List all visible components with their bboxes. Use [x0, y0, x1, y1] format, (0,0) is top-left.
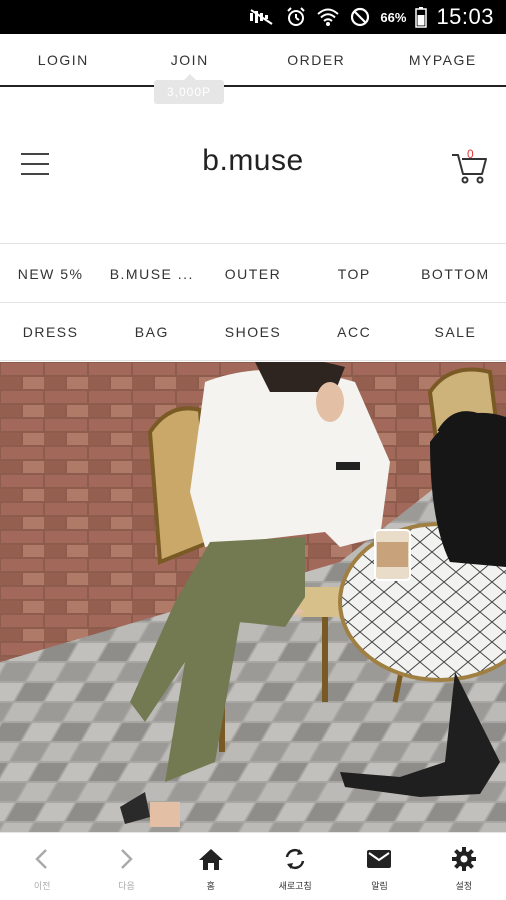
back-button[interactable]: 이전: [0, 833, 84, 900]
login-link[interactable]: LOGIN: [0, 34, 127, 85]
settings-label: 설정: [455, 881, 473, 891]
category-bottom[interactable]: BOTTOM: [405, 245, 506, 302]
category-sale[interactable]: SALE: [405, 303, 506, 360]
wifi-icon: [316, 7, 340, 27]
settings-button[interactable]: 설정: [422, 833, 506, 900]
notifications-label: 알림: [371, 881, 388, 891]
top-links: LOGIN JOIN ORDER MYPAGE: [0, 34, 506, 87]
forward-label: 다음: [118, 881, 135, 891]
category-nav-row-2: DRESS BAG SHOES ACC SALE: [0, 303, 506, 361]
home-button[interactable]: 홈: [169, 833, 253, 900]
header: b.muse 0: [0, 104, 506, 244]
refresh-icon: [282, 845, 308, 873]
category-outer[interactable]: OUTER: [202, 245, 303, 302]
mypage-link[interactable]: MYPAGE: [380, 34, 506, 85]
brand-logo[interactable]: b.muse: [0, 144, 506, 178]
battery-percent: 66%: [380, 9, 407, 25]
battery-icon: [415, 6, 428, 28]
cart-count-badge: 0: [467, 147, 474, 161]
do-not-disturb-icon: [349, 6, 371, 28]
hero-banner-image[interactable]: [0, 362, 506, 832]
category-new[interactable]: NEW 5%: [0, 245, 101, 302]
mute-icon: [248, 8, 276, 26]
status-bar: 66% 15:03: [0, 0, 506, 34]
category-nav-row-1: NEW 5% B.MUSE ... OUTER TOP BOTTOM: [0, 245, 506, 303]
join-points-badge: 3,000P: [154, 74, 224, 104]
refresh-label: 새로고침: [278, 881, 312, 891]
bottom-navigation: 이전 다음 홈 새로고침 알림 설정: [0, 832, 506, 900]
category-dress[interactable]: DRESS: [0, 303, 101, 360]
cart-button[interactable]: 0: [450, 147, 490, 187]
home-icon: [198, 845, 224, 873]
order-link[interactable]: ORDER: [253, 34, 380, 85]
clock: 15:03: [436, 4, 494, 29]
refresh-button[interactable]: 새로고침: [253, 833, 337, 900]
gear-icon: [451, 845, 477, 873]
category-bag[interactable]: BAG: [101, 303, 202, 360]
home-label: 홈: [206, 881, 215, 891]
category-shoes[interactable]: SHOES: [202, 303, 303, 360]
forward-button[interactable]: 다음: [84, 833, 168, 900]
mail-icon: [366, 845, 392, 873]
category-bmuse[interactable]: B.MUSE ...: [101, 245, 202, 302]
category-acc[interactable]: ACC: [304, 303, 405, 360]
alarm-icon: [285, 6, 307, 28]
category-top[interactable]: TOP: [304, 245, 405, 302]
notifications-button[interactable]: 알림: [337, 833, 421, 900]
chevron-left-icon: [32, 845, 52, 873]
chevron-right-icon: [116, 845, 136, 873]
back-label: 이전: [33, 881, 51, 891]
